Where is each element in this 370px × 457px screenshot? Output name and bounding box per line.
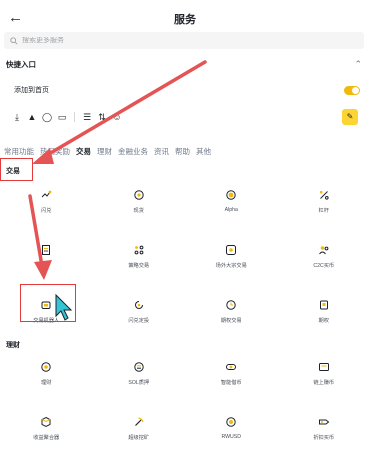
service-label: 链上赚币 (313, 380, 335, 386)
service-label: C2C买币 (313, 263, 335, 269)
add-to-home-label: 添加到首页 (14, 87, 49, 94)
earn-icon (40, 360, 53, 373)
chevron-up-icon[interactable]: ⌃ (354, 59, 362, 70)
strategy-icon (132, 243, 145, 256)
service-alpha[interactable]: Alpha (185, 184, 278, 239)
service-smart-loan[interactable]: 智能借币 (185, 356, 278, 411)
rwusd-icon (225, 415, 238, 428)
service-convert[interactable]: 闪兑 (0, 184, 93, 239)
tab-help[interactable]: 帮助 (175, 146, 190, 157)
trade-section-highlight (0, 158, 33, 181)
service-earn[interactable]: 理财 (0, 356, 93, 411)
document-icon (40, 243, 53, 256)
page-title: 服务 (174, 14, 196, 26)
tower-icon[interactable]: ▲ (27, 112, 37, 122)
service-sol-staking[interactable]: SOL质押 (93, 356, 186, 411)
service-c2c[interactable]: C2C买币 (278, 239, 370, 294)
transfer-icon[interactable]: ⇅ (97, 112, 107, 122)
edit-shortcuts-button[interactable]: ✎ (342, 109, 358, 125)
service-label: 闪兑定投 (128, 318, 150, 324)
tab-hot-rewards[interactable]: 热门奖励 (40, 146, 70, 157)
box-icon (40, 415, 53, 428)
c2c-icon (317, 243, 330, 256)
options-icon (225, 298, 238, 311)
convert-icon (40, 188, 53, 201)
category-tabs: 常用功能 热门奖励 交易 理财 金融业务 资讯 帮助 其他 (4, 146, 211, 157)
service-label: 期权交易 (220, 318, 242, 324)
wallet-icon (317, 298, 330, 311)
search-bar[interactable] (4, 32, 364, 49)
service-label: 现货 (133, 208, 144, 214)
list-icon[interactable]: ☰ (82, 112, 92, 122)
service-label: 杠杆 (318, 208, 329, 214)
service-label: SOL质押 (128, 380, 150, 386)
service-label: 闪兑 (41, 208, 52, 214)
service-yield-aggregator[interactable]: 收益聚合器 (0, 411, 93, 457)
service-options-trading[interactable]: 期权交易 (185, 294, 278, 349)
tab-other[interactable]: 其他 (196, 146, 211, 157)
arrow-to-trade-section (40, 60, 207, 160)
service-otc[interactable]: 场外大宗交易 (185, 239, 278, 294)
service-label: 策略交易 (128, 263, 150, 269)
tab-news[interactable]: 资讯 (154, 146, 169, 157)
service-label: 智能借币 (220, 380, 242, 386)
quick-entry-header[interactable]: 快捷入口 ⌃ (6, 58, 362, 70)
service-label: RWUSD (221, 434, 241, 440)
quick-entry-label: 快捷入口 (6, 59, 36, 69)
service-onchain-earn[interactable]: 链上赚币 (278, 356, 370, 411)
search-input[interactable] (22, 37, 222, 44)
loan-icon (225, 360, 238, 373)
service-label: 期权 (318, 318, 329, 324)
trading-bot-highlight (20, 284, 76, 322)
spot-icon (132, 188, 145, 201)
trade-grid: 闪兑 现货 Alpha 杠杆 策略交易 场外大宗交易 C2C买币 交易机器人 闪… (0, 184, 370, 349)
divider (74, 112, 75, 122)
service-recurring[interactable]: 闪兑定投 (93, 294, 186, 349)
download-icon[interactable]: ⤓ (12, 112, 22, 122)
onchain-icon (317, 360, 330, 373)
service-label: 超级挖矿 (128, 435, 150, 441)
tag-icon (317, 415, 330, 428)
tab-trade[interactable]: 交易 (76, 146, 91, 157)
margin-icon (317, 188, 330, 201)
service-margin[interactable]: 杠杆 (278, 184, 370, 239)
recurring-icon (132, 298, 145, 311)
add-to-home-row: 添加到首页 (14, 84, 360, 96)
service-strategy[interactable]: 策略交易 (93, 239, 186, 294)
service-label: 收益聚合器 (33, 435, 60, 441)
tab-earn[interactable]: 理财 (97, 146, 112, 157)
service-label: 理财 (41, 380, 52, 386)
service-label: 场外大宗交易 (215, 263, 247, 269)
earn-section-title: 理财 (6, 342, 20, 349)
earn-grid: 理财 SOL质押 智能借币 链上赚币 收益聚合器 超级挖矿 RWUSD 折扣买币 (0, 356, 370, 457)
tab-finance[interactable]: 金融业务 (118, 146, 148, 157)
shortcut-bar: ⤓ ▲ ◯ ▭ ☰ ⇅ ☺ (12, 112, 122, 122)
search-icon (10, 36, 18, 45)
add-to-home-toggle[interactable] (344, 85, 360, 95)
parachute-icon[interactable]: ◯ (42, 112, 52, 122)
alpha-icon (225, 188, 238, 201)
service-label: Alpha (224, 207, 238, 213)
card-icon[interactable]: ▭ (57, 112, 67, 122)
service-rwusd[interactable]: RWUSD (185, 411, 278, 457)
service-spot[interactable]: 现货 (93, 184, 186, 239)
service-label: 折扣买币 (313, 435, 335, 441)
sol-icon (132, 360, 145, 373)
users-icon[interactable]: ☺ (112, 112, 122, 122)
otc-icon (225, 243, 238, 256)
tab-common[interactable]: 常用功能 (4, 146, 34, 157)
service-options[interactable]: 期权 (278, 294, 370, 349)
service-discount-buy[interactable]: 折扣买币 (278, 411, 370, 457)
mining-icon (132, 415, 145, 428)
service-super-mining[interactable]: 超级挖矿 (93, 411, 186, 457)
